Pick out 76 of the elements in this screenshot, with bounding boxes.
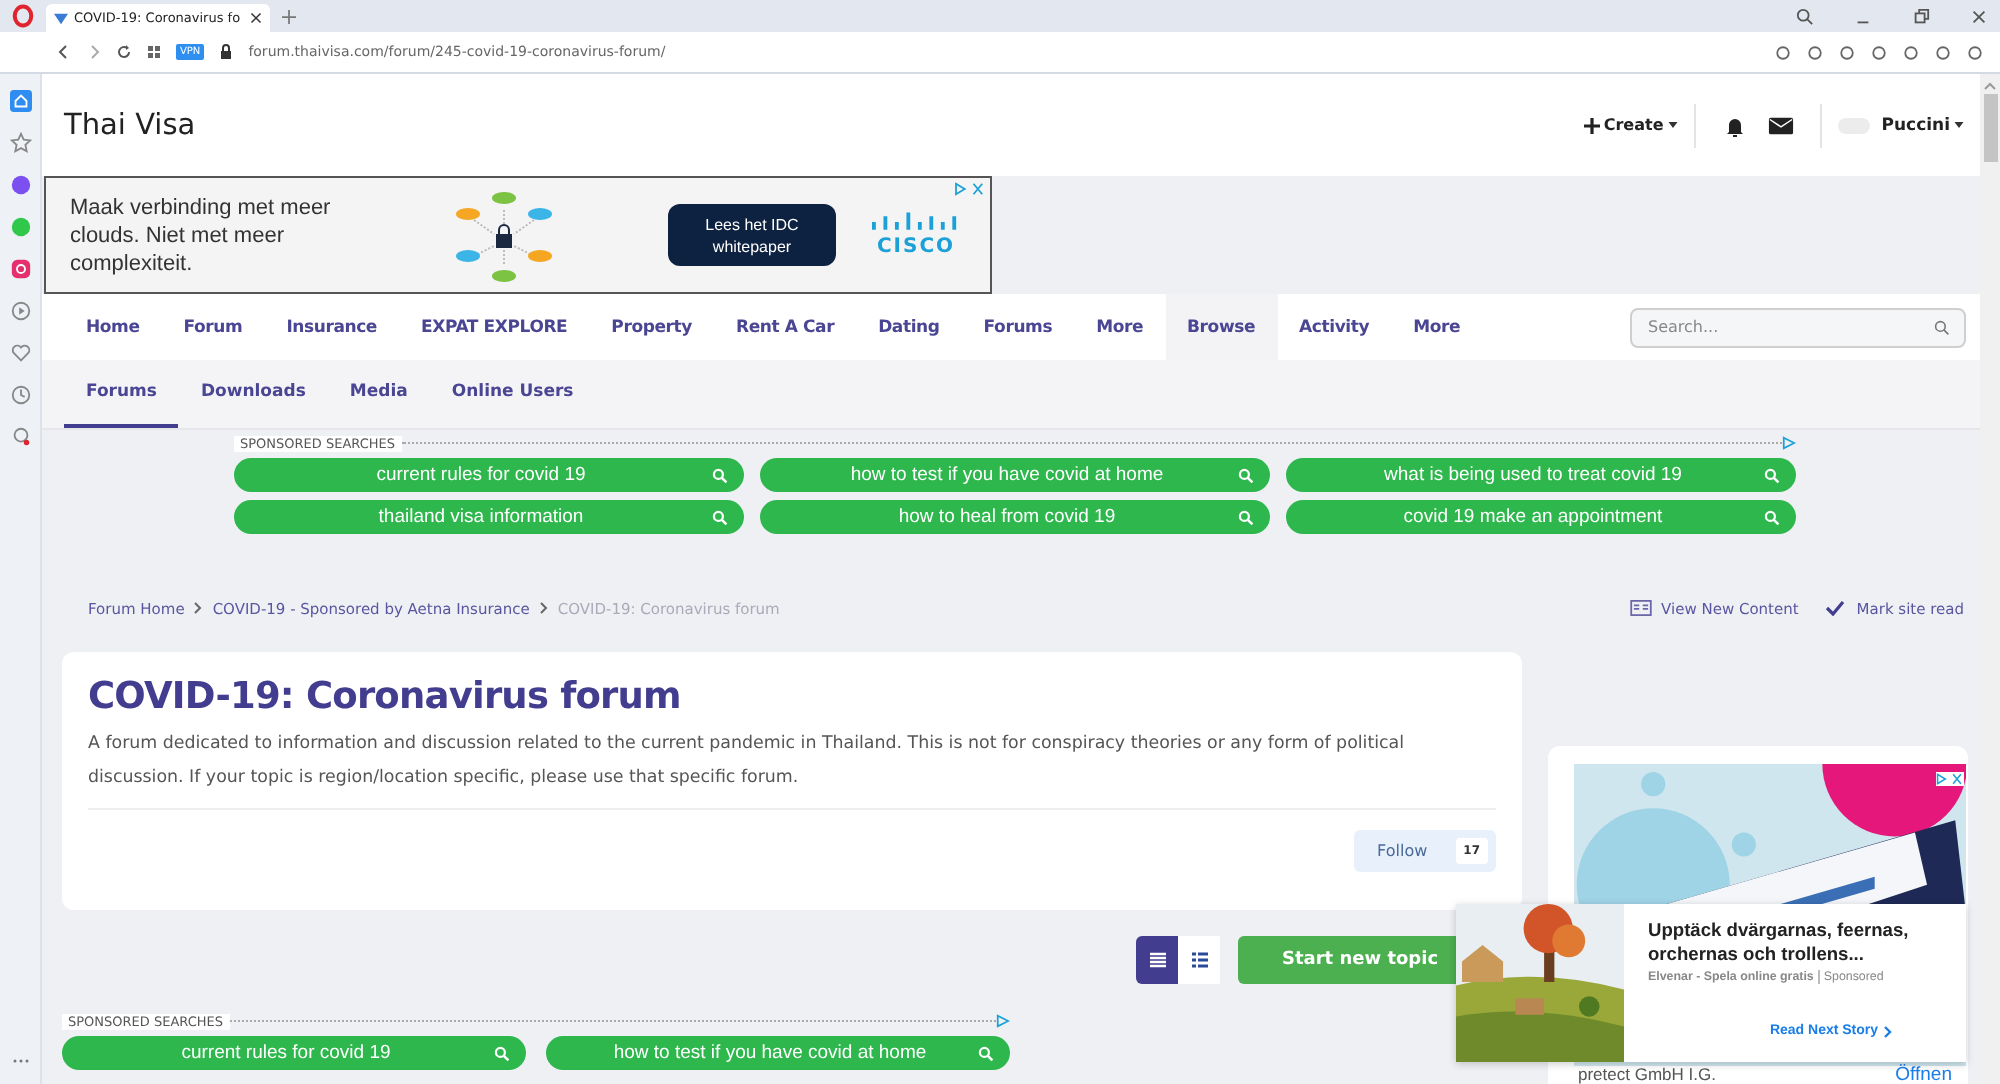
- new-tab-icon[interactable]: [282, 9, 296, 23]
- search-icon: [712, 467, 728, 483]
- user-menu[interactable]: Puccini: [1881, 115, 1964, 135]
- whitepaper-button[interactable]: Lees het IDC whitepaper: [668, 204, 836, 266]
- nav-tab[interactable]: Activity: [1277, 294, 1392, 360]
- search-icon: [494, 1045, 510, 1061]
- nav-tab[interactable]: Dating: [856, 294, 962, 360]
- subnav-tab[interactable]: Online Users: [429, 360, 596, 428]
- search-icon: [1764, 467, 1780, 483]
- subnav-tab[interactable]: Downloads: [178, 360, 328, 428]
- caret-icon: [1954, 122, 1964, 128]
- scroll-up-icon[interactable]: [1984, 82, 1996, 90]
- nav-tab[interactable]: EXPAT EXPLORE: [399, 294, 590, 360]
- nav-tab[interactable]: Rent A Car: [713, 294, 857, 360]
- nav-tab[interactable]: More: [1391, 294, 1483, 360]
- close-icon[interactable]: [1970, 7, 1988, 25]
- opera-logo-icon[interactable]: [12, 4, 34, 28]
- forum-description: A forum dedicated to information and discussion related to the current pandemic in Thailand. This is not for conspiracy theories or any form of political discussion. If your topic is region/location specific, please use that specific forum.: [88, 732, 1407, 792]
- plus-icon: [1583, 117, 1600, 133]
- ad-choices-icon[interactable]: [996, 1014, 1010, 1028]
- nav-tab[interactable]: Insurance: [264, 294, 399, 360]
- ad-choices-icon[interactable]: [954, 182, 986, 196]
- bars-icon: [872, 212, 960, 232]
- forum-title: COVID-19: Coronavirus forum: [88, 676, 683, 718]
- brand-name: CISCO: [876, 236, 956, 258]
- search-field[interactable]: Search...: [1630, 307, 1966, 347]
- caret-icon: [1667, 122, 1678, 128]
- search-icon: [1238, 467, 1254, 483]
- forward-icon[interactable]: [86, 44, 102, 60]
- instagram-icon[interactable]: [9, 258, 31, 280]
- back-icon[interactable]: [56, 44, 72, 60]
- list-icon: [1189, 950, 1209, 970]
- search-icon[interactable]: [1934, 319, 1950, 335]
- scrollbar-thumb[interactable]: [1983, 94, 1997, 162]
- create-button[interactable]: Create: [1583, 116, 1678, 134]
- lock-icon: [218, 44, 235, 60]
- ad-choices-icon[interactable]: [1782, 436, 1796, 450]
- mail-icon[interactable]: [1767, 113, 1794, 137]
- play-icon[interactable]: [9, 300, 31, 322]
- search-icon: [712, 509, 728, 525]
- nav-tab[interactable]: Home: [64, 294, 162, 360]
- chevron-icon: [539, 602, 548, 614]
- advertiser-name: pretect GmbH I.G.: [1578, 1066, 1716, 1084]
- check-icon: [1824, 600, 1847, 616]
- star-icon[interactable]: [9, 132, 31, 154]
- messenger-icon[interactable]: [9, 174, 31, 196]
- news-icon: [1629, 600, 1652, 616]
- nav-tab[interactable]: Forum: [161, 294, 265, 360]
- ad-banner[interactable]: Maak verbinding met meer clouds. Niet met meer complexiteit. Lees het IDC whitepaper CISCO: [44, 176, 992, 294]
- clock-icon[interactable]: [9, 384, 31, 406]
- list-view-button[interactable]: [1178, 936, 1220, 984]
- pin-icon[interactable]: [9, 426, 31, 448]
- rows-icon: [1147, 950, 1167, 970]
- chevron-icon: [194, 602, 203, 614]
- nav-tab[interactable]: Forums: [961, 294, 1075, 360]
- reload-icon[interactable]: [116, 44, 132, 60]
- search-icon: [1238, 509, 1254, 525]
- nav-tab[interactable]: More: [1074, 294, 1166, 360]
- close-icon[interactable]: [250, 12, 262, 24]
- subnav-tab[interactable]: Media: [327, 360, 430, 428]
- subnav-tab[interactable]: Forums: [64, 360, 179, 428]
- nav-tab[interactable]: Property: [589, 294, 714, 360]
- search-icon: [978, 1045, 994, 1061]
- search-icon: [1764, 509, 1780, 525]
- more-icon[interactable]: [11, 1058, 29, 1064]
- heart-icon[interactable]: [9, 342, 31, 364]
- favicon-icon: [54, 11, 68, 25]
- nav-tab[interactable]: Browse: [1165, 294, 1278, 360]
- search-icon[interactable]: [1796, 7, 1814, 25]
- open-link[interactable]: Öffnen: [1895, 1066, 1952, 1084]
- site-logo[interactable]: Thai Visa: [64, 109, 196, 141]
- restore-icon[interactable]: [1912, 7, 1930, 25]
- grid-icon[interactable]: [146, 44, 162, 60]
- rows-view-button[interactable]: [1136, 936, 1178, 984]
- ad-text: Maak verbinding met meer clouds. Niet met meer complexiteit.: [70, 193, 333, 277]
- home-icon[interactable]: [9, 90, 31, 112]
